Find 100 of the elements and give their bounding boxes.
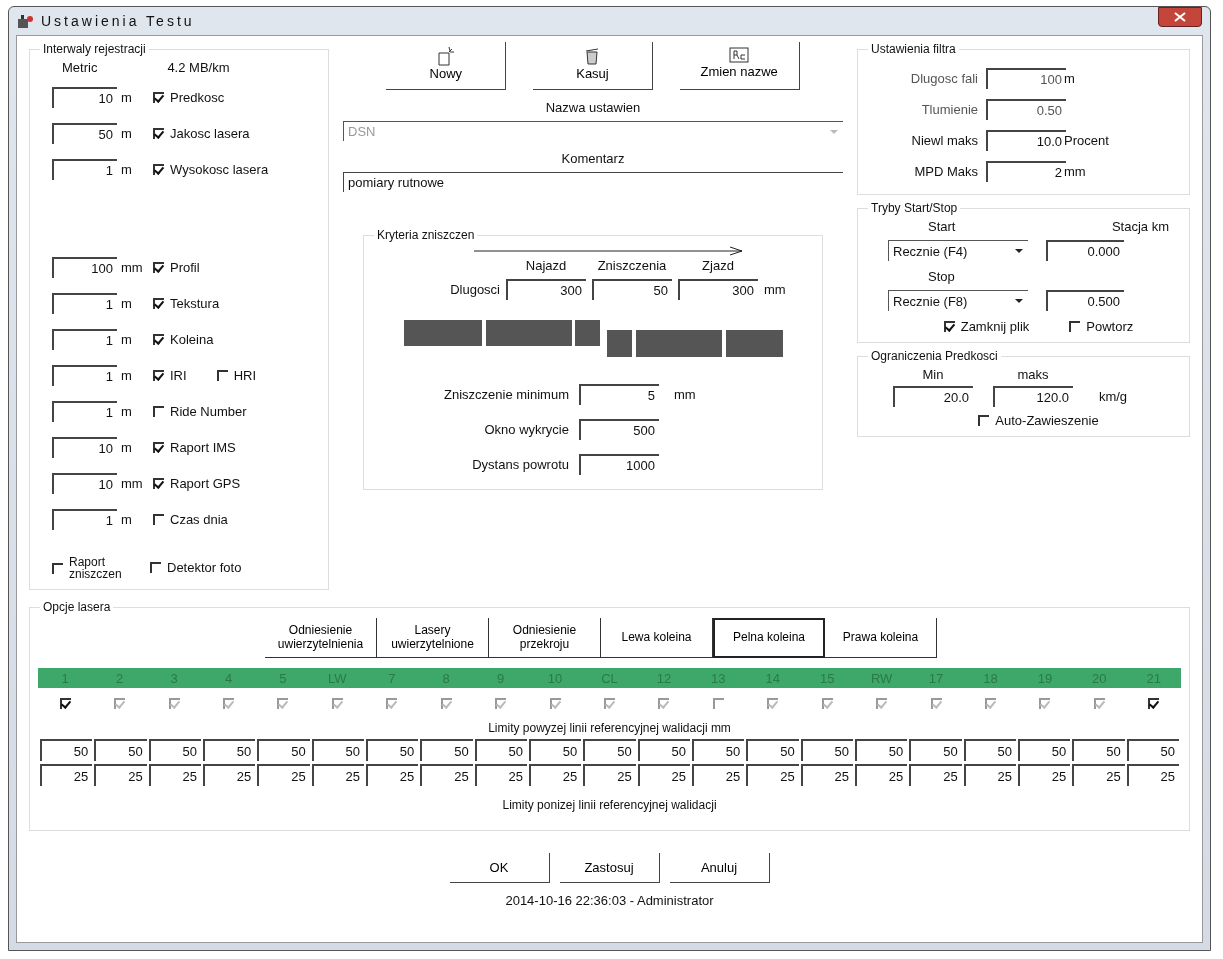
interval-field[interactable]: 1 — [52, 292, 117, 314]
upper-limit-field[interactable]: 50 — [94, 739, 147, 761]
checkbox[interactable]: Czas dnia — [153, 511, 228, 527]
lower-limit-field[interactable]: 25 — [311, 764, 364, 786]
tab[interactable]: Lewa koleina — [601, 618, 713, 658]
tab[interactable]: Prawa koleina — [825, 618, 937, 658]
length-field[interactable]: 300 — [678, 279, 758, 300]
interval-field[interactable]: 1 — [52, 508, 117, 530]
laser-checkbox[interactable] — [1148, 698, 1160, 709]
interval-field[interactable]: 1 — [52, 158, 117, 180]
lower-limit-field[interactable]: 25 — [529, 764, 582, 786]
mode-dropdown[interactable]: Recznie (F8) — [888, 290, 1028, 311]
interval-field[interactable]: 100 — [52, 256, 117, 278]
station-field[interactable]: 0.500 — [1046, 290, 1124, 311]
lower-limit-field[interactable]: 25 — [855, 764, 908, 786]
min-speed-field[interactable]: 20.0 — [893, 386, 973, 407]
mode-dropdown[interactable]: Recznie (F4) — [888, 240, 1028, 261]
lower-limit-field[interactable]: 25 — [40, 764, 93, 786]
upper-limit-field[interactable]: 50 — [637, 739, 690, 761]
upper-limit-field[interactable]: 50 — [474, 739, 527, 761]
upper-limit-field[interactable]: 50 — [692, 739, 745, 761]
interval-field[interactable]: 1 — [52, 400, 117, 422]
max-speed-field[interactable]: 120.0 — [993, 386, 1073, 407]
filter-field[interactable]: 10.0 — [986, 130, 1066, 151]
upper-limit-field[interactable]: 50 — [311, 739, 364, 761]
lower-limit-field[interactable]: 25 — [692, 764, 745, 786]
lower-limit-field[interactable]: 25 — [94, 764, 147, 786]
checkbox[interactable]: Wysokosc lasera — [153, 161, 269, 177]
checkbox[interactable]: HRI — [216, 367, 256, 383]
upper-limit-field[interactable]: 50 — [746, 739, 799, 761]
interval-field[interactable]: 10 — [52, 472, 117, 494]
upper-limit-field[interactable]: 50 — [800, 739, 853, 761]
checkbox[interactable]: Raport zniszczen — [52, 555, 140, 581]
checkbox[interactable]: Raport IMS — [153, 439, 236, 455]
interval-field[interactable]: 1 — [52, 328, 117, 350]
close-button[interactable] — [1158, 7, 1202, 27]
tab[interactable]: Pelna koleina — [713, 618, 825, 658]
laser-checkbox[interactable] — [59, 698, 71, 709]
checkbox[interactable]: Ride Number — [153, 403, 247, 419]
filter-field[interactable]: 2 — [986, 161, 1066, 182]
tab[interactable]: Odniesienie uwierzytelnienia — [265, 618, 377, 658]
lower-limit-field[interactable]: 25 — [746, 764, 799, 786]
upper-limit-field[interactable]: 50 — [855, 739, 908, 761]
checkbox[interactable]: Zamknij plik — [943, 319, 1030, 334]
upper-limit-field[interactable]: 50 — [40, 739, 93, 761]
dialog-button[interactable]: OK — [449, 853, 550, 883]
upper-limit-field[interactable]: 50 — [963, 739, 1016, 761]
checkbox[interactable]: Jakosc lasera — [153, 125, 250, 141]
toolbar-button[interactable]: Kasuj — [533, 42, 653, 90]
criteria-field[interactable]: 1000 — [579, 454, 659, 475]
length-field[interactable]: 300 — [506, 279, 586, 300]
upper-limit-field[interactable]: 50 — [529, 739, 582, 761]
upper-limit-field[interactable]: 50 — [148, 739, 201, 761]
upper-limit-field[interactable]: 50 — [366, 739, 419, 761]
criteria-field[interactable]: 500 — [579, 419, 659, 440]
toolbar-button[interactable]: Zmien nazwe — [679, 42, 800, 90]
upper-limit-field[interactable]: 50 — [203, 739, 256, 761]
comment-field[interactable]: pomiary rutnowe — [343, 172, 843, 192]
upper-limit-field[interactable]: 50 — [420, 739, 473, 761]
lower-limit-field[interactable]: 25 — [909, 764, 962, 786]
upper-limit-field[interactable]: 50 — [1072, 739, 1125, 761]
checkbox[interactable]: Powtorz — [1069, 319, 1134, 334]
lower-limit-field[interactable]: 25 — [963, 764, 1016, 786]
checkbox[interactable]: Profil — [153, 259, 200, 275]
lower-limit-field[interactable]: 25 — [583, 764, 636, 786]
lower-limit-field[interactable]: 25 — [420, 764, 473, 786]
lower-limit-field[interactable]: 25 — [1126, 764, 1179, 786]
upper-limit-field[interactable]: 50 — [1126, 739, 1179, 761]
interval-field[interactable]: 10 — [52, 436, 117, 458]
lower-limit-field[interactable]: 25 — [1072, 764, 1125, 786]
dialog-button[interactable]: Zastosuj — [559, 853, 660, 883]
checkbox[interactable]: IRI — [153, 367, 187, 383]
lower-limit-field[interactable]: 25 — [800, 764, 853, 786]
toolbar-button[interactable]: Nowy — [386, 42, 507, 90]
checkbox[interactable]: Raport GPS — [153, 475, 241, 491]
interval-field[interactable]: 10 — [52, 86, 117, 108]
lower-limit-field[interactable]: 25 — [637, 764, 690, 786]
upper-limit-field[interactable]: 50 — [909, 739, 962, 761]
lower-limit-field[interactable]: 25 — [474, 764, 527, 786]
checkbox[interactable]: Tekstura — [153, 295, 220, 311]
checkbox[interactable]: Predkosc — [153, 89, 225, 105]
upper-limit-field[interactable]: 50 — [257, 739, 310, 761]
lower-limit-field[interactable]: 25 — [203, 764, 256, 786]
interval-field[interactable]: 1 — [52, 364, 117, 386]
station-field[interactable]: 0.000 — [1046, 240, 1124, 261]
checkbox[interactable]: Auto-Zawieszenie — [978, 413, 1099, 428]
tab[interactable]: Odniesienie przekroju — [489, 618, 601, 658]
checkbox[interactable]: Detektor foto — [150, 560, 242, 575]
interval-field[interactable]: 50 — [52, 122, 117, 144]
criteria-field[interactable]: 5 — [579, 384, 659, 405]
dialog-button[interactable]: Anuluj — [669, 853, 770, 883]
lower-limit-field[interactable]: 25 — [1018, 764, 1071, 786]
checkbox[interactable]: Koleina — [153, 331, 214, 347]
upper-limit-field[interactable]: 50 — [583, 739, 636, 761]
upper-limit-field[interactable]: 50 — [1018, 739, 1071, 761]
length-field[interactable]: 50 — [592, 279, 672, 300]
lower-limit-field[interactable]: 25 — [257, 764, 310, 786]
lower-limit-field[interactable]: 25 — [366, 764, 419, 786]
lower-limit-field[interactable]: 25 — [148, 764, 201, 786]
tab[interactable]: Lasery uwierzytelnione — [377, 618, 489, 658]
